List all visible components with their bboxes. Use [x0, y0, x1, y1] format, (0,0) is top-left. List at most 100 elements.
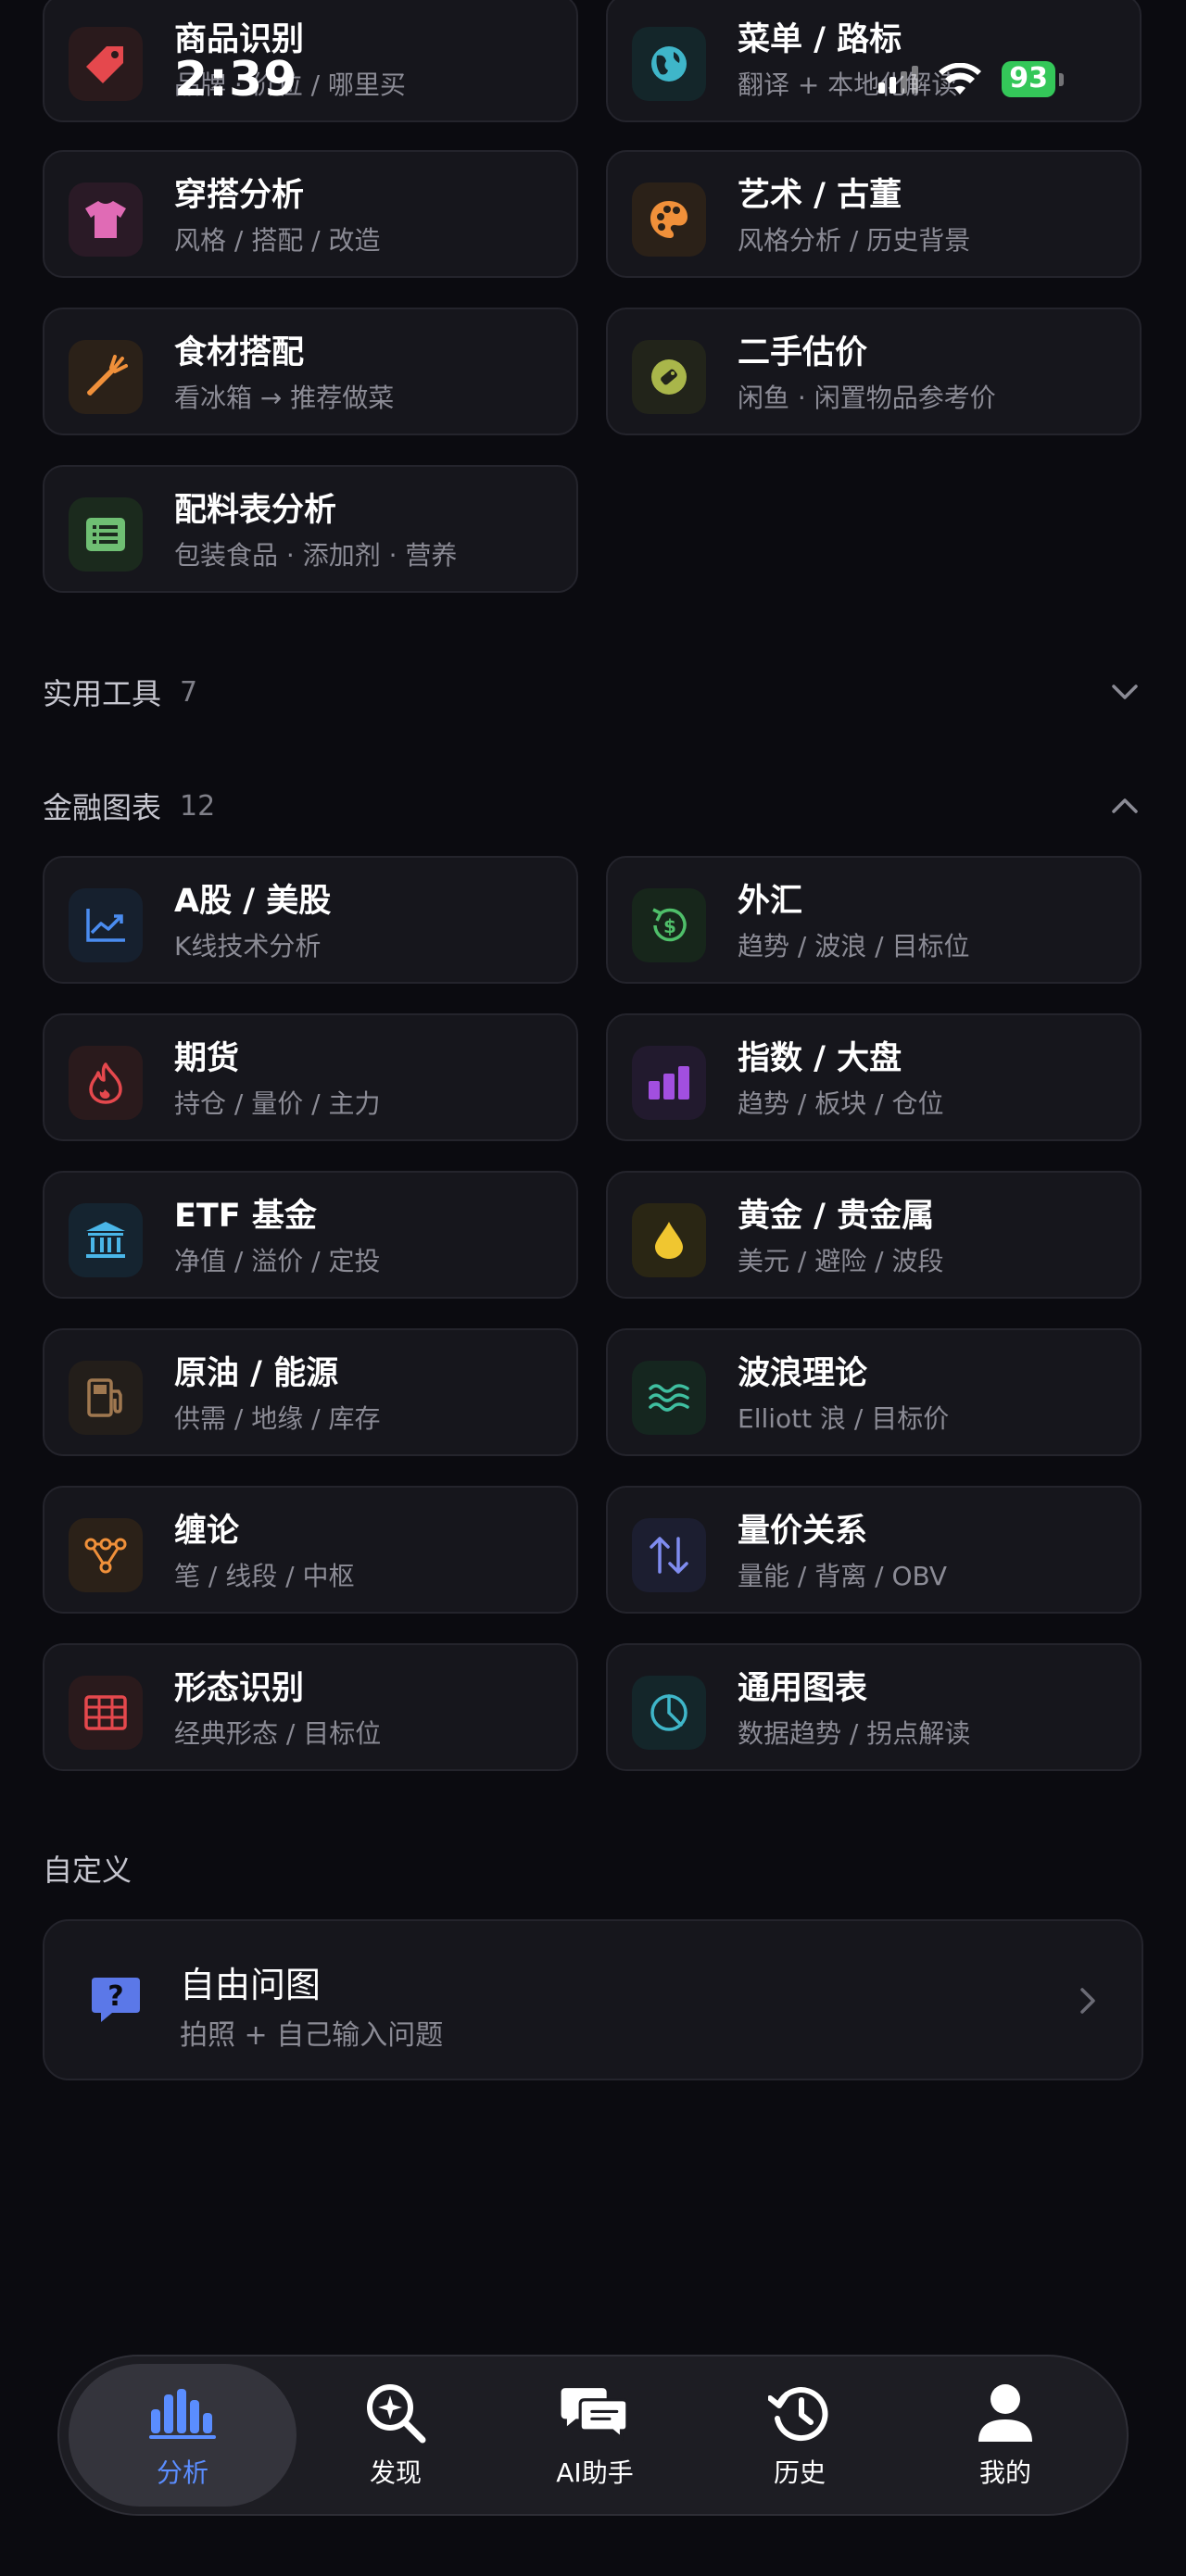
discover-search-icon [360, 2381, 431, 2445]
history-clock-icon [764, 2381, 835, 2445]
card-gold[interactable]: 黄金 / 贵金属 美元 / 避险 / 波段 [606, 1171, 1142, 1299]
card-subtitle: 数据趋势 / 拐点解读 [738, 1718, 971, 1749]
battery-icon: 93 [1002, 61, 1064, 97]
list-icon [69, 497, 143, 572]
free-question-card[interactable]: ? 自由问图 拍照 + 自己输入问题 [43, 1919, 1143, 2080]
nodes-icon [69, 1518, 143, 1592]
section-header-custom: 自定义 [43, 1845, 1143, 1891]
section-count: 7 [180, 675, 198, 709]
palette-icon [632, 182, 706, 257]
card-oil-energy[interactable]: 原油 / 能源 供需 / 地缘 / 库存 [43, 1328, 578, 1456]
card-product-recognition[interactable]: 商品识别 品牌 · 价位 / 哪里买 [43, 0, 578, 122]
section-title: 实用工具 [43, 676, 162, 711]
card-ingredient-pairing[interactable]: 食材搭配 看冰箱 → 推荐做菜 [43, 308, 578, 435]
nav-item-analysis[interactable]: 分析 [69, 2364, 296, 2507]
question-chat-icon: ? [83, 1967, 148, 2032]
card-chan-theory[interactable]: 缠论 笔 / 线段 / 中枢 [43, 1486, 578, 1614]
tag-icon [69, 27, 143, 101]
card-pattern-recognition[interactable]: 形态识别 经典形态 / 目标位 [43, 1643, 578, 1771]
card-subtitle: 风格分析 / 历史背景 [738, 225, 971, 256]
card-title: 配料表分析 [174, 492, 337, 529]
card-title: 外汇 [738, 883, 803, 920]
svg-text:?: ? [107, 1980, 123, 2013]
card-subtitle: 净值 / 溢价 / 定投 [174, 1246, 381, 1276]
card-subtitle: 量能 / 背离 / OBV [738, 1561, 948, 1591]
bank-icon [69, 1203, 143, 1277]
card-subtitle: 美元 / 避险 / 波段 [738, 1246, 944, 1276]
battery-level: 93 [1002, 61, 1055, 97]
svg-text:$: $ [663, 915, 676, 937]
card-etf[interactable]: ETF 基金 净值 / 溢价 / 定投 [43, 1171, 578, 1299]
card-title: 指数 / 大盘 [738, 1040, 902, 1077]
nav-item-ai-assistant[interactable]: AI助手 [481, 2364, 709, 2507]
card-title: 二手估价 [738, 334, 868, 371]
card-art-antique[interactable]: 艺术 / 古董 风格分析 / 历史背景 [606, 150, 1142, 278]
card-subtitle: 趋势 / 板块 / 仓位 [738, 1088, 944, 1119]
section-count: 12 [180, 789, 216, 823]
tshirt-icon [69, 182, 143, 257]
status-time: 2:39 [174, 52, 298, 107]
chevron-up-icon[interactable] [1106, 787, 1143, 824]
card-subtitle: 笔 / 线段 / 中枢 [174, 1561, 355, 1591]
card-subtitle: Elliott 浪 / 目标价 [738, 1403, 950, 1434]
custom-card-title: 自由问图 [180, 1965, 322, 2005]
nav-item-discover[interactable]: 发现 [282, 2364, 510, 2507]
section-header-tools[interactable]: 实用工具 7 [43, 669, 1143, 715]
card-forex[interactable]: $ 外汇 趋势 / 波浪 / 目标位 [606, 856, 1142, 984]
globe-icon [632, 27, 706, 101]
card-title: ETF 基金 [174, 1198, 317, 1235]
bottom-nav: 分析 发现 AI助手 历史 我的 [57, 2355, 1129, 2516]
card-title: 艺术 / 古董 [738, 177, 902, 214]
card-volume-price[interactable]: 量价关系 量能 / 背离 / OBV [606, 1486, 1142, 1614]
card-subtitle: 看冰箱 → 推荐做菜 [174, 383, 395, 413]
nav-label: 我的 [978, 2457, 1031, 2488]
card-title: 菜单 / 路标 [738, 21, 902, 58]
chevron-right-icon [1069, 1982, 1106, 2019]
card-general-chart[interactable]: 通用图表 数据趋势 / 拐点解读 [606, 1643, 1142, 1771]
section-title: 金融图表 [43, 790, 162, 825]
pie-chart-icon [632, 1676, 706, 1750]
carrot-icon [69, 340, 143, 414]
card-subtitle: 供需 / 地缘 / 库存 [174, 1403, 381, 1434]
card-subtitle: 持仓 / 量价 / 主力 [174, 1088, 381, 1119]
card-subtitle: 包装食品 · 添加剂 · 营养 [174, 540, 458, 571]
currency-exchange-icon: $ [632, 888, 706, 962]
grid-icon [69, 1676, 143, 1750]
person-icon [970, 2381, 1041, 2445]
card-subtitle: 风格 / 搭配 / 改造 [174, 225, 381, 256]
card-title: 量价关系 [738, 1513, 868, 1550]
price-tag-icon [632, 340, 706, 414]
app-page: 2:39 93 商品识别 品牌 · 价位 / 哪里买 菜单 / 路标 翻译 + … [0, 0, 1186, 2576]
card-stocks[interactable]: A股 / 美股 K线技术分析 [43, 856, 578, 984]
nav-label: AI助手 [556, 2457, 634, 2488]
section-title: 自定义 [43, 1853, 132, 1888]
analysis-bars-icon [147, 2381, 218, 2445]
waves-icon [632, 1361, 706, 1435]
card-subtitle: 闲鱼 · 闲置物品参考价 [738, 383, 996, 413]
card-title: 期货 [174, 1040, 240, 1077]
fuel-pump-icon [69, 1361, 143, 1435]
card-secondhand-valuation[interactable]: 二手估价 闲鱼 · 闲置物品参考价 [606, 308, 1142, 435]
card-title: 原油 / 能源 [174, 1355, 339, 1392]
nav-label: 分析 [156, 2457, 208, 2488]
card-title: 黄金 / 贵金属 [738, 1198, 935, 1235]
card-ingredient-list-analysis[interactable]: 配料表分析 包装食品 · 添加剂 · 营养 [43, 465, 578, 593]
cellular-signal-icon [878, 65, 919, 94]
card-title: 食材搭配 [174, 334, 305, 371]
wifi-icon [937, 62, 983, 96]
nav-item-mine[interactable]: 我的 [891, 2364, 1119, 2507]
section-header-finance[interactable]: 金融图表 12 [43, 783, 1143, 829]
card-outfit-analysis[interactable]: 穿搭分析 风格 / 搭配 / 改造 [43, 150, 578, 278]
bar-chart-icon [632, 1046, 706, 1120]
card-subtitle: 趋势 / 波浪 / 目标位 [738, 931, 970, 961]
chevron-down-icon[interactable] [1106, 673, 1143, 710]
nav-label: 发现 [369, 2457, 422, 2488]
card-subtitle: K线技术分析 [174, 931, 322, 961]
card-title: A股 / 美股 [174, 883, 332, 920]
card-wave-theory[interactable]: 波浪理论 Elliott 浪 / 目标价 [606, 1328, 1142, 1456]
flame-icon [69, 1046, 143, 1120]
nav-label: 历史 [773, 2457, 826, 2488]
card-index[interactable]: 指数 / 大盘 趋势 / 板块 / 仓位 [606, 1013, 1142, 1141]
nav-item-history[interactable]: 历史 [686, 2364, 914, 2507]
card-futures[interactable]: 期货 持仓 / 量价 / 主力 [43, 1013, 578, 1141]
